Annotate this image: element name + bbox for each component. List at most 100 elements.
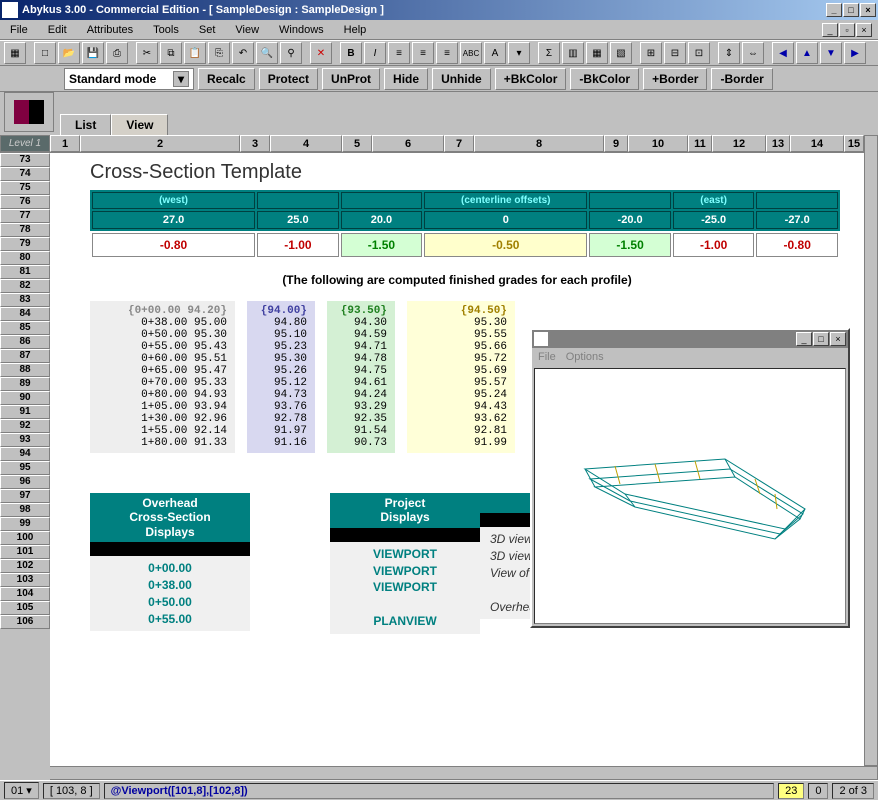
open-icon[interactable]: 📂 [58,42,80,64]
row-header[interactable]: 86 [0,335,50,349]
copy-icon[interactable]: ⧉ [160,42,182,64]
save-icon[interactable]: 💾 [82,42,104,64]
italic-icon[interactable]: I [364,42,386,64]
chart-icon[interactable]: ▥ [562,42,584,64]
paste2-icon[interactable]: ⎘ [208,42,230,64]
panel-item[interactable]: 0+00.00 [90,560,250,577]
row-header[interactable]: 77 [0,209,50,223]
row-header[interactable]: 94 [0,447,50,461]
nav-up-icon[interactable]: ▲ [796,42,818,64]
nav-right-icon[interactable]: ▶ [844,42,866,64]
col-header[interactable]: 6 [372,135,444,152]
row-header[interactable]: 79 [0,237,50,251]
row-header[interactable]: 75 [0,181,50,195]
row-header[interactable]: 96 [0,475,50,489]
child-close-button[interactable]: × [856,23,872,37]
col-header[interactable]: 11 [688,135,712,152]
menu-edit[interactable]: Edit [44,22,71,38]
menu-help[interactable]: Help [340,22,371,38]
spellcheck-icon[interactable]: ABC [460,42,482,64]
col-header[interactable]: 12 [712,135,766,152]
unprot-button[interactable]: UnProt [322,68,380,90]
minimize-button[interactable]: _ [826,3,842,17]
print-icon[interactable]: ⎙ [106,42,128,64]
viewer-menu-options[interactable]: Options [566,351,604,363]
panel-item[interactable]: PLANVIEW [330,613,480,630]
bkcolor-minus-button[interactable]: -BkColor [570,68,639,90]
col-header[interactable]: 2 [80,135,240,152]
row-header[interactable]: 100 [0,531,50,545]
chart2-icon[interactable]: ▦ [586,42,608,64]
col-header[interactable]: 7 [444,135,474,152]
viewer-window[interactable]: _ □ × File Options [530,328,850,628]
sum-icon[interactable]: Σ [538,42,560,64]
col-header[interactable]: 8 [474,135,604,152]
row-header[interactable]: 105 [0,601,50,615]
level-indicator[interactable]: Level 1 [0,135,50,152]
row-header[interactable]: 98 [0,503,50,517]
row-header[interactable]: 80 [0,251,50,265]
paste-icon[interactable]: 📋 [184,42,206,64]
tool2-icon[interactable]: ⊟ [664,42,686,64]
child-maximize-button[interactable]: ▫ [839,23,855,37]
row-header[interactable]: 85 [0,321,50,335]
find-icon[interactable]: 🔍 [256,42,278,64]
col-header[interactable]: 1 [50,135,80,152]
protect-button[interactable]: Protect [259,68,318,90]
row-header[interactable]: 95 [0,461,50,475]
recalc-button[interactable]: Recalc [198,68,255,90]
viewer-canvas[interactable] [534,368,846,624]
unhide-button[interactable]: Unhide [432,68,491,90]
row-header[interactable]: 99 [0,517,50,531]
viewer-menu-file[interactable]: File [538,351,556,363]
row-header[interactable]: 92 [0,419,50,433]
hide-button[interactable]: Hide [384,68,428,90]
menu-file[interactable]: File [6,22,32,38]
row-header[interactable]: 82 [0,279,50,293]
row-header[interactable]: 102 [0,559,50,573]
panel-item[interactable]: VIEWPORT [330,579,480,596]
new-icon[interactable]: ▦ [4,42,26,64]
cut-icon[interactable]: ✂ [136,42,158,64]
viewer-minimize-button[interactable]: _ [796,332,812,346]
viewer-maximize-button[interactable]: □ [813,332,829,346]
row-header[interactable]: 90 [0,391,50,405]
new2-icon[interactable]: □ [34,42,56,64]
row-header[interactable]: 103 [0,573,50,587]
row-header[interactable]: 73 [0,153,50,167]
bold-icon[interactable]: B [340,42,362,64]
col-header[interactable]: 3 [240,135,270,152]
tab-list[interactable]: List [60,114,111,136]
close-button[interactable]: × [860,3,876,17]
row-header[interactable]: 87 [0,349,50,363]
panel-item[interactable] [330,596,480,613]
align-right-icon[interactable]: ≡ [436,42,458,64]
replace-icon[interactable]: ⚲ [280,42,302,64]
row-header[interactable]: 76 [0,195,50,209]
border-minus-button[interactable]: -Border [711,68,772,90]
col-header[interactable]: 4 [270,135,342,152]
panel-item[interactable]: 0+38.00 [90,577,250,594]
panel-item[interactable]: 0+50.00 [90,594,250,611]
row-header[interactable]: 88 [0,363,50,377]
panel-item[interactable]: 0+55.00 [90,611,250,628]
nav-left-icon[interactable]: ◀ [772,42,794,64]
horizontal-scrollbar[interactable] [0,766,878,780]
row-header[interactable]: 84 [0,307,50,321]
col-header[interactable]: 15 [844,135,864,152]
viewer-titlebar[interactable]: _ □ × [532,330,848,348]
align-left-icon[interactable]: ≡ [388,42,410,64]
undo-icon[interactable]: ↶ [232,42,254,64]
row-header[interactable]: 83 [0,293,50,307]
bkcolor-plus-button[interactable]: +BkColor [495,68,567,90]
col-header[interactable]: 9 [604,135,628,152]
row-header[interactable]: 106 [0,615,50,629]
delete-icon[interactable]: ✕ [310,42,332,64]
row-header[interactable]: 81 [0,265,50,279]
border-plus-button[interactable]: +Border [643,68,707,90]
menu-attributes[interactable]: Attributes [83,22,137,38]
vertical-scrollbar[interactable] [864,135,878,766]
tool1-icon[interactable]: ⊞ [640,42,662,64]
col-header[interactable]: 14 [790,135,844,152]
menu-view[interactable]: View [231,22,263,38]
